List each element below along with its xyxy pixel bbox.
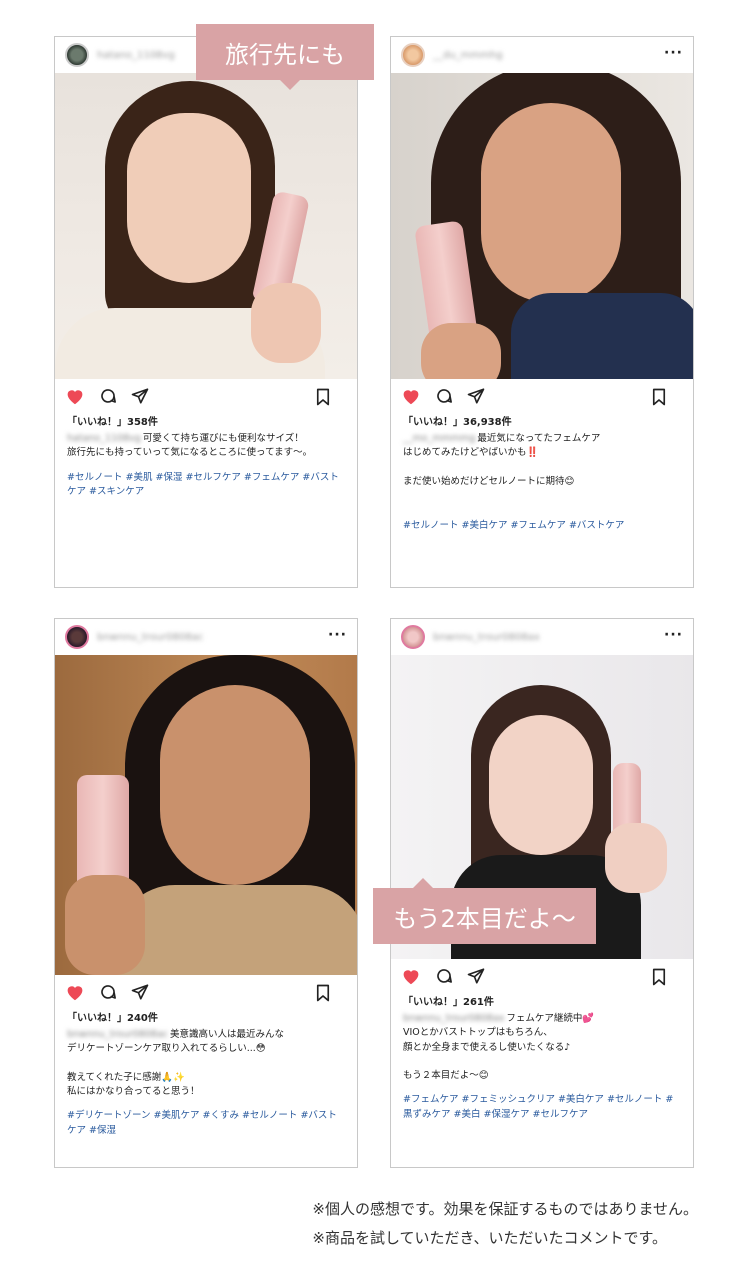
like-count: 「いいね！」261件 — [403, 997, 494, 1008]
comment-icon[interactable] — [435, 967, 453, 985]
action-bar — [391, 379, 693, 413]
post-photo[interactable] — [55, 73, 357, 379]
post-card: hatano_1108vg 「いいね！」358件 hatano_1108vg 可愛… — [54, 36, 358, 588]
caption: bnwnnu_trour0808ac 美意識高い人は最近みんな デリケートゾーンケ… — [55, 1024, 357, 1099]
share-icon[interactable] — [467, 387, 485, 405]
caption-username[interactable]: __mo_mmmmg — [403, 433, 475, 444]
banner-top-text: 旅行先にも — [225, 40, 345, 69]
caption: bnwnnu_trour0808ax フェムケア継続中💕 VIOとかバストトップは… — [391, 1008, 693, 1083]
comment-icon[interactable] — [99, 387, 117, 405]
caption: hatano_1108vg 可愛くて持ち運びにも便利なサイズ！ 旅行先にも持ってい… — [55, 428, 357, 461]
heart-icon[interactable] — [401, 387, 421, 405]
post-header: __du_mmmhg ··· — [391, 37, 693, 73]
banner-top: 旅行先にも — [196, 24, 374, 90]
avatar[interactable] — [401, 43, 425, 67]
share-icon[interactable] — [467, 967, 485, 985]
bookmark-icon[interactable] — [651, 388, 667, 406]
username[interactable]: bnwnnu_trour0808ax — [433, 632, 540, 643]
avatar[interactable] — [401, 625, 425, 649]
bookmark-icon[interactable] — [315, 388, 331, 406]
action-bar — [55, 975, 357, 1009]
banner-bottom-text: もう2本目だよ〜 — [393, 904, 576, 933]
more-options-icon[interactable]: ··· — [664, 45, 683, 61]
comment-icon[interactable] — [435, 387, 453, 405]
hashtags[interactable]: #セルノート #美肌 #保湿 #セルフケア #フェムケア #バストケア #スキン… — [55, 461, 357, 508]
heart-icon[interactable] — [65, 983, 85, 1001]
bookmark-icon[interactable] — [315, 984, 331, 1002]
action-bar — [55, 379, 357, 413]
caption-username[interactable]: bnwnnu_trour0808ax — [403, 1013, 504, 1024]
banner-bottom: もう2本目だよ〜 — [373, 878, 596, 944]
like-count: 「いいね！」358件 — [67, 417, 158, 428]
post-photo[interactable] — [55, 655, 357, 975]
action-bar — [391, 959, 693, 993]
heart-icon[interactable] — [65, 387, 85, 405]
more-options-icon[interactable]: ··· — [664, 627, 683, 643]
post-header: bnwnnu_trour0808ax ··· — [391, 619, 693, 655]
caption-username[interactable]: bnwnnu_trour0808ac — [67, 1029, 168, 1040]
share-icon[interactable] — [131, 387, 149, 405]
share-icon[interactable] — [131, 983, 149, 1001]
disclaimer: ※個人の感想です。効果を保証するものではありません。 ※商品を試していただき、い… — [312, 1195, 698, 1252]
like-count: 「いいね！」240件 — [67, 1013, 158, 1024]
post-card: bnwnnu_trour0808ac ··· 「いいね！」240件 bnwnnu… — [54, 618, 358, 1168]
comment-icon[interactable] — [99, 983, 117, 1001]
post-photo[interactable] — [391, 73, 693, 379]
avatar[interactable] — [65, 43, 89, 67]
hashtags[interactable]: #フェムケア #フェミッシュクリア #美白ケア #セルノート #黒ずみケア #美… — [391, 1083, 693, 1130]
bookmark-icon[interactable] — [651, 968, 667, 986]
post-header: bnwnnu_trour0808ac ··· — [55, 619, 357, 655]
avatar[interactable] — [65, 625, 89, 649]
hashtags[interactable]: #セルノート #美白ケア #フェムケア #バストケア — [391, 489, 693, 541]
username[interactable]: hatano_1108vg — [97, 50, 175, 61]
like-count: 「いいね！」36,938件 — [403, 417, 512, 428]
disclaimer-line-2: ※商品を試していただき、いただいたコメントです。 — [312, 1228, 667, 1247]
more-options-icon[interactable]: ··· — [328, 627, 347, 643]
username[interactable]: __du_mmmhg — [433, 50, 503, 61]
caption-username[interactable]: hatano_1108vg — [67, 433, 141, 444]
post-card: __du_mmmhg ··· 「いいね！」36,938件 __mo_mmmmg 最… — [390, 36, 694, 588]
username[interactable]: bnwnnu_trour0808ac — [97, 632, 203, 643]
disclaimer-line-1: ※個人の感想です。効果を保証するものではありません。 — [312, 1200, 698, 1218]
hashtags[interactable]: #デリケートゾーン #美肌ケア #くすみ #セルノート #バストケア #保湿 — [55, 1099, 357, 1146]
heart-icon[interactable] — [401, 967, 421, 985]
caption: __mo_mmmmg 最近気になってたフェムケア はじめてみたけどやばいかも‼️ … — [391, 428, 693, 489]
